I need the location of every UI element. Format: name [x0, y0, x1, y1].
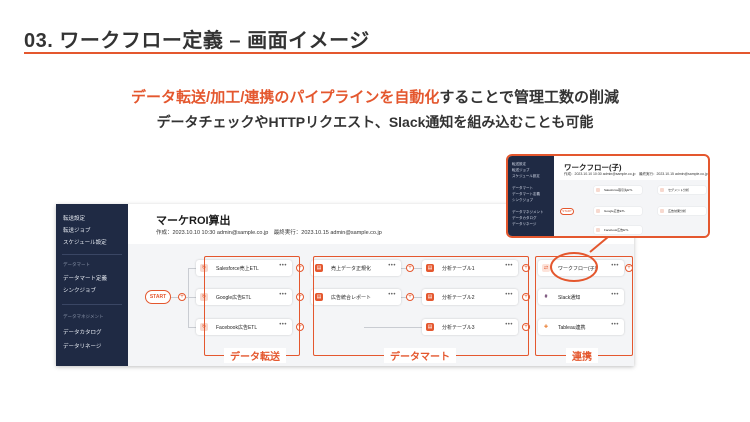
stage-label-link: 連携	[566, 348, 598, 363]
popup-node: 広告効果分析	[658, 207, 706, 215]
popup-node: Facebook広告ETL	[594, 226, 642, 234]
etl-icon	[596, 228, 600, 232]
popup-sidebar-item: シンクジョブ	[512, 198, 533, 202]
sidebar-section-mart: データマート	[63, 262, 90, 267]
popup-start-node: START	[560, 208, 574, 215]
sidebar-item-mart-definition[interactable]: データマート定義	[63, 274, 107, 282]
popup-sidebar-item: データカタログ	[512, 216, 537, 220]
popup-sidebar-item: 転送設定	[512, 162, 526, 166]
popup-canvas: START Salesforce取引先ETL Google広告ETL Faceb…	[554, 180, 708, 236]
popup-sidebar-item: スケジュール設定	[512, 174, 540, 178]
subline: データチェックやHTTPリクエスト、Slack通知を組み込むことも可能	[156, 114, 594, 130]
sidebar-item-transfer-job[interactable]: 転送ジョブ	[63, 226, 91, 234]
popup-sidebar-item: データリネージ	[512, 222, 537, 226]
page-title: マーケROI算出	[156, 215, 231, 227]
sidebar-item-data-catalog[interactable]: データカタログ	[63, 328, 102, 336]
stage-label-transfer: データ転送	[224, 348, 286, 363]
stage-frame-transfer	[204, 256, 300, 356]
start-node[interactable]: START	[145, 290, 171, 304]
popup-node: Salesforce取引先ETL	[594, 186, 642, 194]
popup-sidebar: 転送設定 転送ジョブ スケジュール設定 データマート データマート定義 シンクジ…	[508, 156, 554, 236]
popup-sidebar-item: データマート	[512, 186, 533, 190]
database-icon	[660, 209, 664, 213]
headline-rest: することで管理工数の削減	[439, 89, 619, 106]
popup-node-label: Salesforce取引先ETL	[604, 188, 633, 192]
popup-node-label: セグメント分析	[668, 188, 690, 192]
popup-node: Google広告ETL	[594, 207, 642, 215]
etl-icon	[596, 209, 600, 213]
child-workflow-popup: 転送設定 転送ジョブ スケジュール設定 データマート データマート定義 シンクジ…	[506, 154, 710, 238]
database-icon	[660, 188, 664, 192]
sidebar-divider	[62, 254, 122, 255]
sidebar-section-data-management: データマネジメント	[63, 314, 104, 319]
add-step-button[interactable]: +	[178, 293, 186, 301]
sidebar-item-sync-job[interactable]: シンクジョブ	[63, 286, 96, 294]
title-divider	[24, 52, 750, 54]
stage-label-mart: データマート	[384, 348, 456, 363]
popup-node: セグメント分析	[658, 186, 706, 194]
sidebar-item-transfer-settings[interactable]: 転送設定	[63, 214, 85, 222]
connector	[188, 268, 189, 328]
stage-frame-mart	[313, 256, 529, 356]
popup-meta: 作成：2023.10.10 10:30 admin@sample.co.jp 最…	[564, 172, 708, 176]
etl-icon	[596, 188, 600, 192]
popup-sidebar-item: データマネジメント	[512, 210, 544, 214]
popup-sidebar-item: データマート定義	[512, 192, 540, 196]
sidebar-item-data-lineage[interactable]: データリネージ	[63, 342, 101, 350]
slide-title: 03. ワークフロー定義 – 画面イメージ	[24, 30, 370, 52]
popup-node-label: Google広告ETL	[604, 209, 626, 213]
headline-accent: データ転送/加工/連携のパイプラインを自動化	[131, 89, 440, 106]
sidebar-item-schedule[interactable]: スケジュール設定	[63, 238, 107, 246]
headline: データ転送/加工/連携のパイプラインを自動化することで管理工数の削減	[0, 86, 750, 107]
popup-node-label: 広告効果分析	[668, 209, 687, 213]
sidebar-divider	[62, 304, 122, 305]
page-meta: 作成：2023.10.10 10:30 admin@sample.co.jp 最…	[156, 230, 382, 236]
sidebar: 転送設定 転送ジョブ スケジュール設定 データマート データマート定義 シンクジ…	[56, 204, 128, 366]
popup-sidebar-item: 転送ジョブ	[512, 168, 530, 172]
popup-node-label: Facebook広告ETL	[604, 228, 629, 232]
highlight-circle	[550, 252, 598, 282]
